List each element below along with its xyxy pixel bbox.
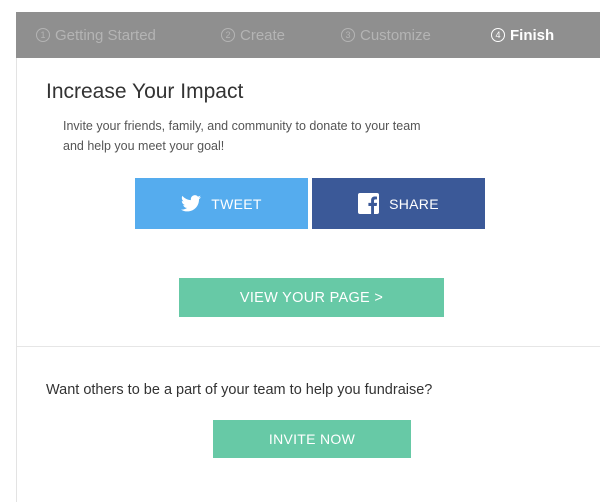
impact-heading: Increase Your Impact bbox=[46, 80, 244, 103]
view-page-button[interactable]: VIEW YOUR PAGE > bbox=[179, 278, 444, 317]
step-progress-bar: 1 Getting Started 2 Create 3 Customize 4… bbox=[16, 12, 600, 58]
impact-description: Invite your friends, family, and communi… bbox=[63, 119, 421, 153]
step-number-badge: 3 bbox=[341, 28, 355, 42]
fundraiser-setup-page: 1 Getting Started 2 Create 3 Customize 4… bbox=[0, 0, 600, 502]
share-button[interactable]: SHARE bbox=[312, 178, 485, 229]
invite-question: Want others to be a part of your team to… bbox=[46, 382, 433, 398]
step-label: Customize bbox=[360, 26, 431, 44]
section-divider bbox=[17, 346, 600, 347]
step-label: Getting Started bbox=[55, 26, 156, 44]
facebook-icon bbox=[358, 193, 380, 214]
share-label: SHARE bbox=[389, 195, 439, 212]
finish-panel: Increase Your Impact Invite your friends… bbox=[16, 58, 600, 502]
invite-now-button[interactable]: INVITE NOW bbox=[213, 420, 411, 458]
step-create[interactable]: 2 Create bbox=[221, 27, 285, 44]
step-getting-started[interactable]: 1 Getting Started bbox=[36, 27, 156, 44]
step-customize[interactable]: 3 Customize bbox=[341, 27, 431, 44]
tweet-button[interactable]: TWEET bbox=[135, 178, 308, 229]
step-number-badge: 2 bbox=[221, 28, 235, 42]
tweet-label: TWEET bbox=[211, 195, 262, 212]
step-number-badge: 1 bbox=[36, 28, 50, 42]
top-strip bbox=[0, 0, 600, 12]
step-label: Finish bbox=[510, 26, 555, 44]
step-number-badge: 4 bbox=[491, 28, 505, 42]
step-label: Create bbox=[240, 26, 286, 44]
step-finish[interactable]: 4 Finish bbox=[491, 27, 554, 44]
twitter-bird-icon bbox=[181, 195, 202, 212]
